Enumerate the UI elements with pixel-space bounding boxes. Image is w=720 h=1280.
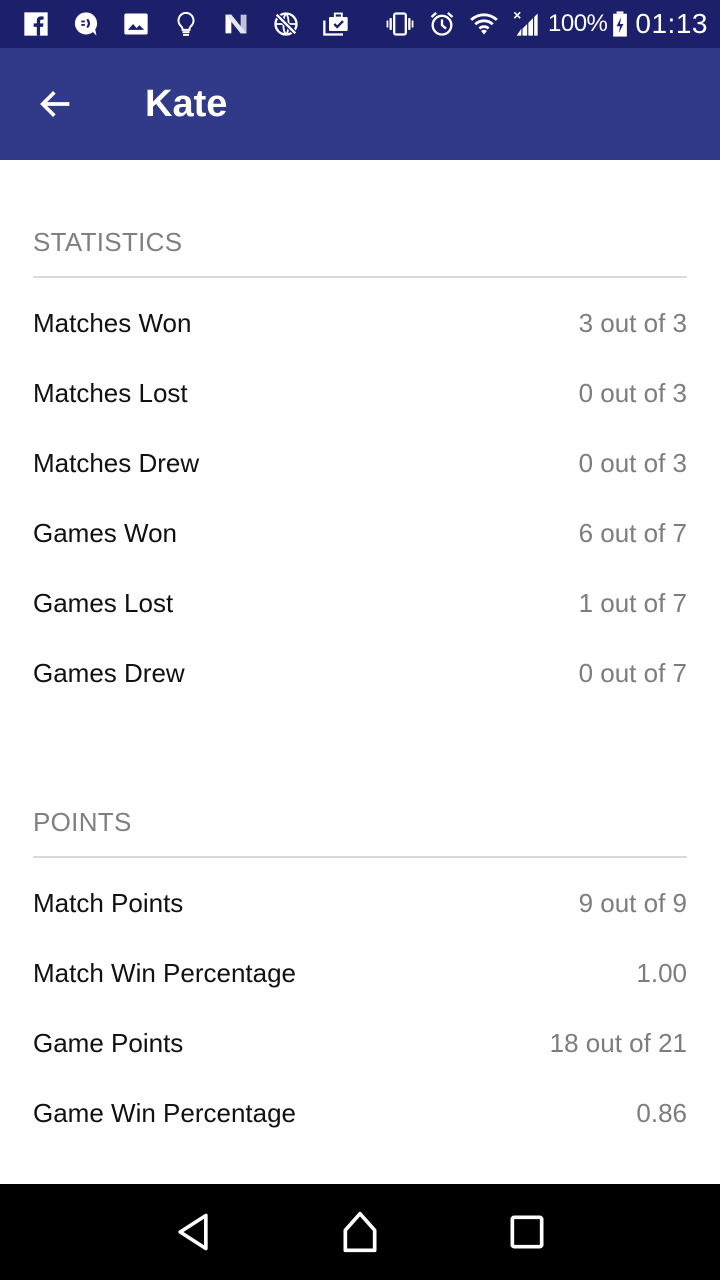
- wifi-icon: [470, 10, 498, 38]
- row-label: Matches Lost: [33, 377, 188, 408]
- row-value: 1.00: [636, 957, 687, 988]
- row-label: Games Won: [33, 517, 178, 548]
- facebook-icon: [22, 10, 50, 38]
- status-system: 100% 01:13: [372, 8, 708, 40]
- network-off-icon: [272, 10, 300, 38]
- lightbulb-icon: [172, 10, 200, 38]
- row-label: Games Lost: [33, 587, 174, 618]
- briefcase-check-icon: [322, 10, 350, 38]
- section-header-points: POINTS: [33, 708, 687, 858]
- row-label: Matches Won: [33, 307, 192, 338]
- section-header-statistics: STATISTICS: [33, 160, 687, 278]
- stat-row-games-lost: Games Lost 1 out of 7: [33, 568, 687, 638]
- points-rows: Match Points 9 out of 9 Match Win Percen…: [33, 858, 687, 1148]
- statistics-rows: Matches Won 3 out of 3 Matches Lost 0 ou…: [33, 278, 687, 708]
- n-app-icon: [222, 10, 250, 38]
- stat-row-matches-drew: Matches Drew 0 out of 3: [33, 428, 687, 498]
- row-value: 18 out of 21: [549, 1027, 687, 1058]
- arrow-back-icon: [36, 84, 76, 124]
- row-value: 0 out of 3: [578, 377, 687, 408]
- system-nav-bar: [0, 1184, 720, 1280]
- stat-row-games-drew: Games Drew 0 out of 7: [33, 638, 687, 708]
- points-row-game-win-percentage: Game Win Percentage 0.86: [33, 1078, 687, 1148]
- alarm-icon: [428, 10, 456, 38]
- row-label: Games Drew: [33, 657, 185, 688]
- row-label: Match Points: [33, 887, 184, 918]
- row-value: 0 out of 3: [578, 447, 687, 478]
- row-value: 6 out of 7: [578, 517, 687, 548]
- stat-row-matches-won: Matches Won 3 out of 3: [33, 288, 687, 358]
- back-button[interactable]: [0, 48, 112, 160]
- points-row-match-win-percentage: Match Win Percentage 1.00: [33, 938, 687, 1008]
- points-row-game-points: Game Points 18 out of 21: [33, 1008, 687, 1078]
- row-value: 1 out of 7: [578, 587, 687, 618]
- status-bar: 100% 01:13: [0, 0, 720, 48]
- status-notifications: [22, 10, 372, 38]
- row-value: 9 out of 9: [578, 887, 687, 918]
- clock: 01:13: [635, 8, 708, 39]
- row-value: 0.86: [636, 1097, 687, 1128]
- row-label: Matches Drew: [33, 447, 200, 478]
- points-row-match-points: Match Points 9 out of 9: [33, 868, 687, 938]
- battery-charging-icon: [611, 10, 629, 38]
- row-label: Match Win Percentage: [33, 957, 297, 988]
- row-label: Game Win Percentage: [33, 1097, 297, 1128]
- statistics-section: STATISTICS Matches Won 3 out of 3 Matche…: [33, 160, 687, 708]
- row-value: 3 out of 3: [578, 307, 687, 338]
- vibrate-icon: [386, 10, 414, 38]
- back-triangle-icon: [171, 1210, 215, 1254]
- nav-home-button[interactable]: [312, 1184, 408, 1280]
- battery-percentage: 100%: [548, 10, 608, 37]
- app-toolbar: Kate: [0, 48, 720, 160]
- player-stats-content: STATISTICS Matches Won 3 out of 3 Matche…: [0, 160, 720, 1148]
- home-icon: [338, 1210, 382, 1254]
- signal-icon: [512, 10, 540, 38]
- chat-bubble-icon: [72, 10, 100, 38]
- points-section: POINTS Match Points 9 out of 9 Match Win…: [33, 708, 687, 1148]
- stat-row-games-won: Games Won 6 out of 7: [33, 498, 687, 568]
- stat-row-matches-lost: Matches Lost 0 out of 3: [33, 358, 687, 428]
- image-icon: [122, 10, 150, 38]
- nav-recents-button[interactable]: [479, 1184, 575, 1280]
- nav-back-button[interactable]: [145, 1184, 241, 1280]
- page-title: Kate: [145, 82, 228, 125]
- row-label: Game Points: [33, 1027, 184, 1058]
- row-value: 0 out of 7: [578, 657, 687, 688]
- recents-square-icon: [505, 1210, 549, 1254]
